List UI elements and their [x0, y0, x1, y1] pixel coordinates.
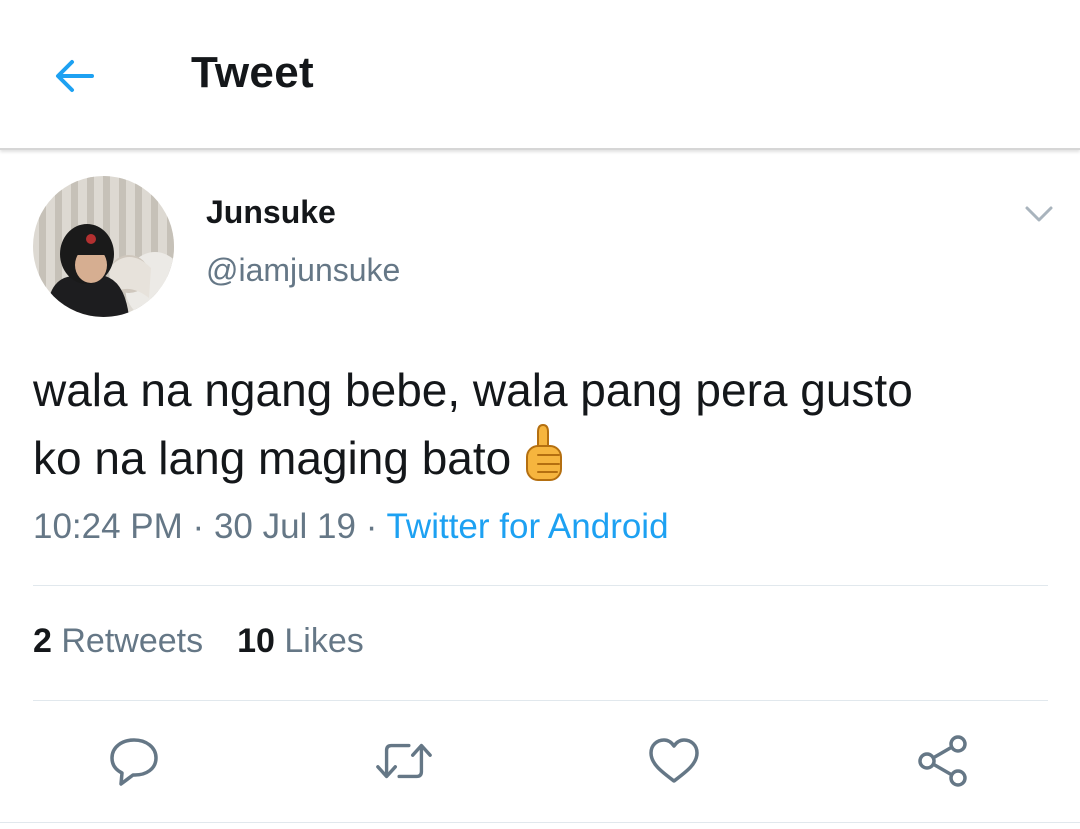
heart-icon [649, 738, 699, 783]
retweet-icon [376, 743, 432, 779]
retweet-button[interactable] [374, 733, 434, 789]
tweet-detail-screen: Tweet Junsuke @iamjunsuke wala na ngang … [0, 0, 1080, 829]
share-icon [918, 735, 967, 787]
tweet-time: 10:24 PM [33, 507, 183, 546]
tweet-text-line-2-content: ko na lang maging bato [33, 432, 512, 484]
back-button[interactable] [44, 46, 104, 106]
tweet-meta: 10:24 PM · 30 Jul 19 · Twitter for Andro… [33, 507, 669, 547]
reply-button[interactable] [104, 733, 164, 789]
retweets-count: 2 [33, 622, 52, 660]
divider [33, 585, 1048, 586]
tweet-date: 30 Jul 19 [213, 507, 356, 546]
likes-stat[interactable]: 10 Likes [237, 622, 364, 660]
tweet-menu-button[interactable] [1018, 196, 1060, 232]
like-button[interactable] [644, 733, 704, 789]
page-title: Tweet [191, 48, 314, 97]
avatar[interactable] [33, 176, 174, 317]
author-handle[interactable]: @iamjunsuke [206, 252, 400, 289]
share-button[interactable] [913, 733, 973, 789]
likes-count: 10 [237, 622, 275, 660]
retweets-label: Retweets [61, 622, 204, 660]
tweet-source-link[interactable]: Twitter for Android [386, 507, 668, 546]
meta-separator: · [192, 507, 205, 546]
author-display-name[interactable]: Junsuke [206, 194, 336, 231]
tweet-stats: 2 Retweets 10 Likes [33, 622, 364, 661]
tweet-text-line-2: ko na lang maging bato [33, 422, 1053, 500]
retweets-stat[interactable]: 2 Retweets [33, 622, 203, 660]
avatar-photo [33, 176, 174, 317]
arrow-left-icon [56, 60, 94, 92]
tweet-text: wala na ngang bebe, wala pang pera gusto… [33, 358, 1053, 500]
thumbs-up-emoji [521, 422, 569, 500]
top-app-bar: Tweet [0, 0, 1080, 150]
reply-icon [110, 738, 158, 786]
tweet-text-line-1: wala na ngang bebe, wala pang pera gusto [33, 364, 913, 416]
chevron-down-icon [1025, 206, 1053, 222]
bottom-border [0, 822, 1080, 823]
meta-separator: · [365, 507, 378, 546]
likes-label: Likes [284, 622, 364, 660]
divider [33, 700, 1048, 701]
